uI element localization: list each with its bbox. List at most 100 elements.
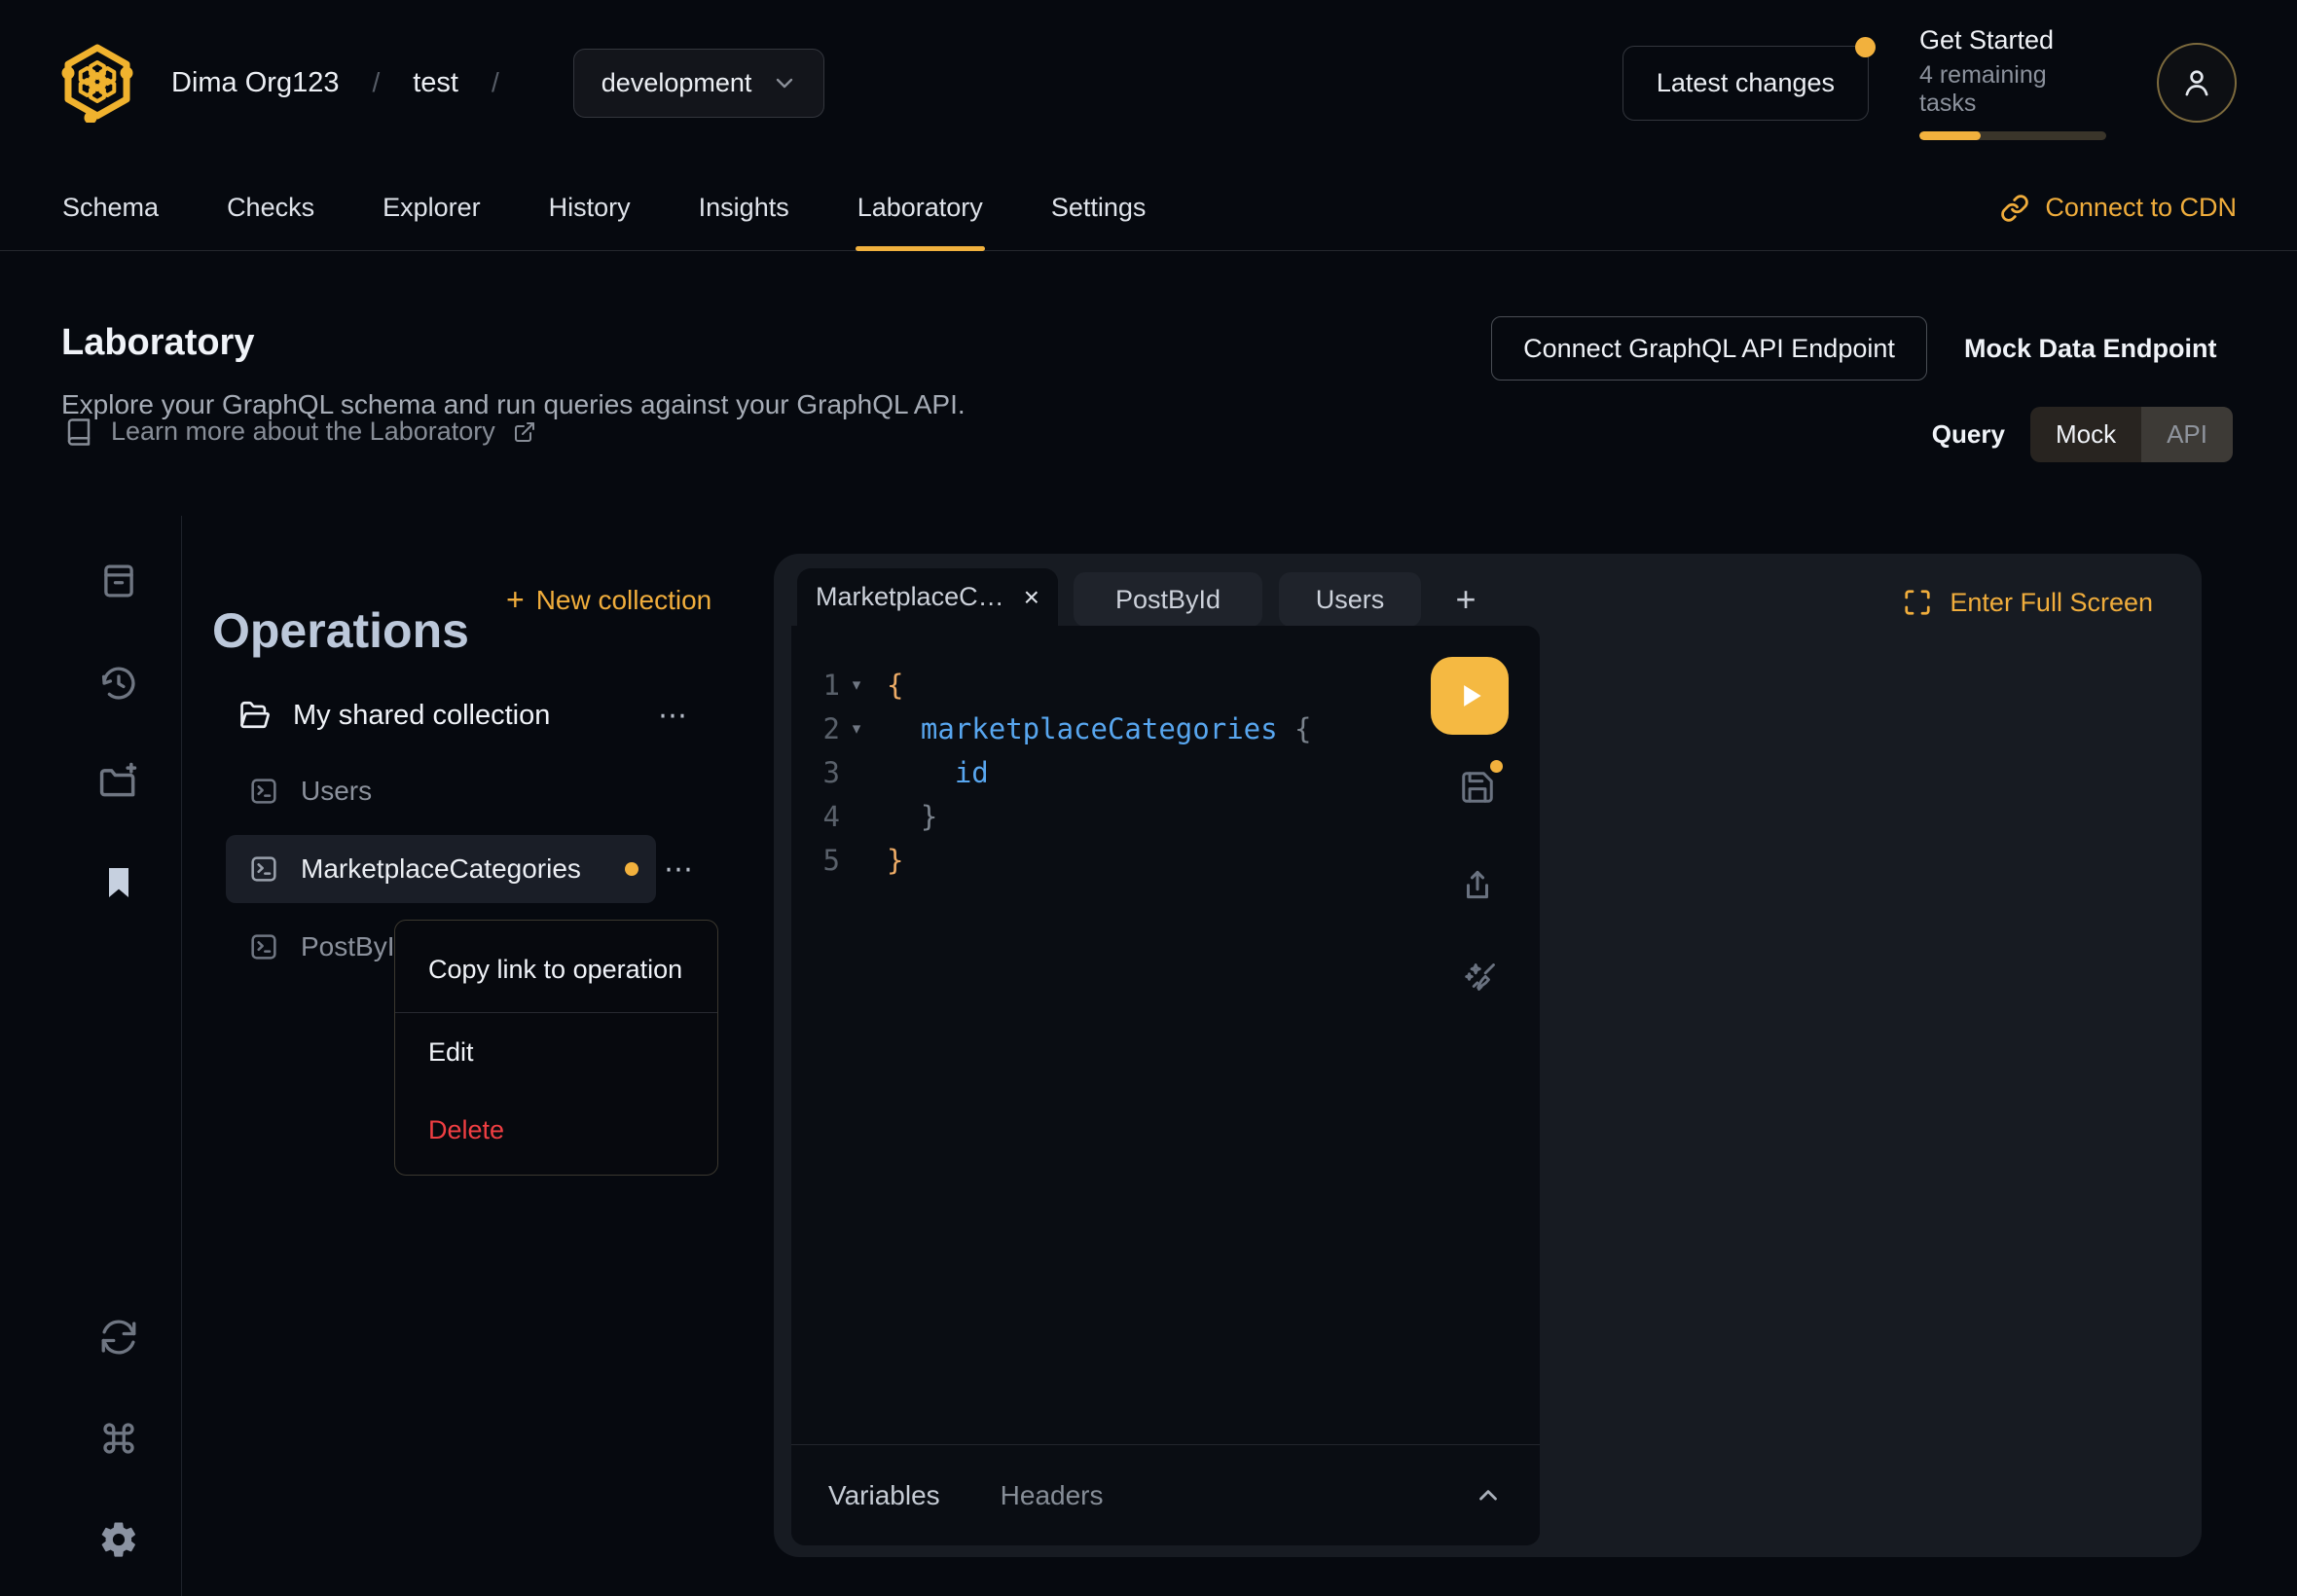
tab-label: Laboratory (857, 193, 983, 223)
book-icon (64, 417, 93, 447)
query-mode-mock[interactable]: Mock (2030, 407, 2141, 462)
user-avatar[interactable] (2157, 43, 2237, 123)
new-collection-folder-button[interactable] (93, 755, 144, 806)
sync-button[interactable] (93, 1312, 144, 1362)
shortcuts-button[interactable] (93, 1413, 144, 1464)
editor-tab-users[interactable]: Users (1279, 572, 1421, 627)
collection-my-shared-collection[interactable]: My shared collection (238, 683, 550, 747)
connect-to-cdn-link[interactable]: Connect to CDN (2000, 193, 2237, 223)
bookmarks-button[interactable] (93, 857, 144, 908)
broom-sparkles-icon (1462, 958, 1501, 997)
collection-more-button[interactable]: ⋯ (658, 683, 690, 747)
chevron-down-icon (773, 71, 796, 94)
code-line: 2 ▾ marketplaceCategories { (791, 707, 1540, 750)
fold-arrow-icon[interactable]: ▾ (840, 675, 873, 695)
progress-fill (1919, 131, 1981, 140)
operation-icon (248, 931, 279, 962)
share-operation-button[interactable] (1458, 865, 1497, 904)
hive-laboratory-app: Dima Org123 / test / development Latest … (0, 0, 2297, 1596)
sync-icon (98, 1317, 139, 1358)
connect-to-cdn-label: Connect to CDN (2045, 193, 2237, 223)
progress-bar (1919, 131, 2106, 140)
operation-icon (248, 853, 279, 885)
line-number: 5 (791, 844, 840, 877)
operation-context-menu: Copy link to operation Edit Delete (394, 920, 718, 1176)
operation-label: Users (301, 776, 372, 807)
command-icon (98, 1418, 139, 1459)
primary-nav: Schema Checks Explorer History Insights … (0, 165, 2297, 251)
tab-history[interactable]: History (547, 165, 633, 250)
latest-changes-label: Latest changes (1657, 68, 1835, 97)
close-tab-icon[interactable]: × (1024, 582, 1039, 613)
run-query-button[interactable] (1431, 657, 1509, 735)
code-token: } (887, 844, 903, 877)
line-number: 3 (791, 756, 840, 789)
breadcrumb-org[interactable]: Dima Org123 (171, 67, 339, 99)
laboratory-editor-panel: MarketplaceC… × PostById Users + Enter F… (774, 554, 2202, 1557)
unsaved-changes-dot (625, 862, 638, 876)
editor-tab-postbyid[interactable]: PostById (1074, 572, 1262, 627)
learn-more-link[interactable]: Learn more about the Laboratory (64, 417, 536, 447)
query-mode-row: Query Mock API (1932, 407, 2233, 462)
code-area[interactable]: 1 ▾ { 2 ▾ marketplaceCategories { 3 id 4 (791, 626, 1540, 1444)
left-icon-rail (0, 516, 182, 1596)
history-button[interactable] (93, 658, 144, 708)
query-label: Query (1932, 419, 2005, 450)
menu-item-edit[interactable]: Edit (395, 1013, 717, 1091)
tab-label: Explorer (383, 193, 481, 223)
operation-item-postbyid[interactable]: PostById (248, 918, 410, 976)
editor-tab-label: MarketplaceC… (816, 582, 1004, 612)
tab-schema[interactable]: Schema (60, 165, 161, 250)
code-token: id (887, 756, 989, 789)
folder-plus-icon (97, 759, 140, 802)
learn-more-label: Learn more about the Laboratory (111, 417, 495, 447)
breadcrumb-separator: / (372, 67, 380, 98)
settings-button[interactable] (93, 1514, 144, 1565)
tab-checks[interactable]: Checks (225, 165, 316, 250)
tab-explorer[interactable]: Explorer (381, 165, 483, 250)
mock-data-endpoint-button[interactable]: Mock Data Endpoint (1964, 316, 2217, 381)
history-clock-icon (98, 663, 139, 704)
bookmark-icon (99, 863, 138, 902)
person-icon (2178, 64, 2215, 101)
folder-open-icon (238, 699, 272, 732)
enter-full-screen-button[interactable]: Enter Full Screen (1903, 577, 2153, 628)
tab-laboratory[interactable]: Laboratory (856, 165, 985, 250)
editor-tab-marketplacecategories[interactable]: MarketplaceC… × (797, 568, 1058, 626)
save-operation-button[interactable] (1458, 768, 1497, 807)
breadcrumb-separator: / (492, 67, 499, 98)
operation-label: MarketplaceCategories (301, 853, 581, 885)
fold-arrow-icon[interactable]: ▾ (840, 719, 873, 739)
breadcrumb-project[interactable]: test (413, 67, 458, 99)
tab-settings[interactable]: Settings (1049, 165, 1148, 250)
operation-item-marketplacecategories[interactable]: MarketplaceCategories (248, 840, 581, 898)
query-editor[interactable]: 1 ▾ { 2 ▾ marketplaceCategories { 3 id 4 (791, 626, 1540, 1545)
schema-archive-button[interactable] (93, 556, 144, 606)
add-tab-button[interactable]: + (1443, 577, 1488, 622)
tab-label: History (549, 193, 631, 223)
operation-item-users[interactable]: Users (248, 762, 372, 820)
variables-tab[interactable]: Variables (828, 1480, 940, 1511)
collapse-panel-button[interactable] (1474, 1481, 1503, 1510)
environment-select[interactable]: development (573, 49, 825, 118)
menu-item-copy-link[interactable]: Copy link to operation (395, 926, 717, 1012)
query-mode-api[interactable]: API (2141, 407, 2233, 462)
new-collection-label: New collection (536, 585, 712, 616)
operation-more-button[interactable]: ⋯ (664, 837, 696, 901)
settings-gear-icon (98, 1519, 139, 1560)
line-number: 2 (791, 712, 840, 745)
get-started-widget[interactable]: Get Started 4 remaining tasks (1919, 25, 2106, 140)
connect-graphql-endpoint-button[interactable]: Connect GraphQL API Endpoint (1491, 316, 1927, 381)
new-collection-button[interactable]: + New collection (506, 582, 711, 618)
tab-insights[interactable]: Insights (697, 165, 791, 250)
get-started-title: Get Started (1919, 25, 2106, 55)
unsaved-dot (1490, 760, 1503, 773)
prettify-button[interactable] (1462, 958, 1501, 997)
hive-logo-icon[interactable] (60, 43, 134, 123)
enter-full-screen-label: Enter Full Screen (1950, 588, 2153, 618)
headers-tab[interactable]: Headers (1001, 1480, 1104, 1511)
latest-changes-button[interactable]: Latest changes (1622, 46, 1869, 121)
top-bar: Dima Org123 / test / development Latest … (0, 0, 2297, 165)
operation-icon (248, 776, 279, 807)
menu-item-delete[interactable]: Delete (395, 1091, 717, 1169)
